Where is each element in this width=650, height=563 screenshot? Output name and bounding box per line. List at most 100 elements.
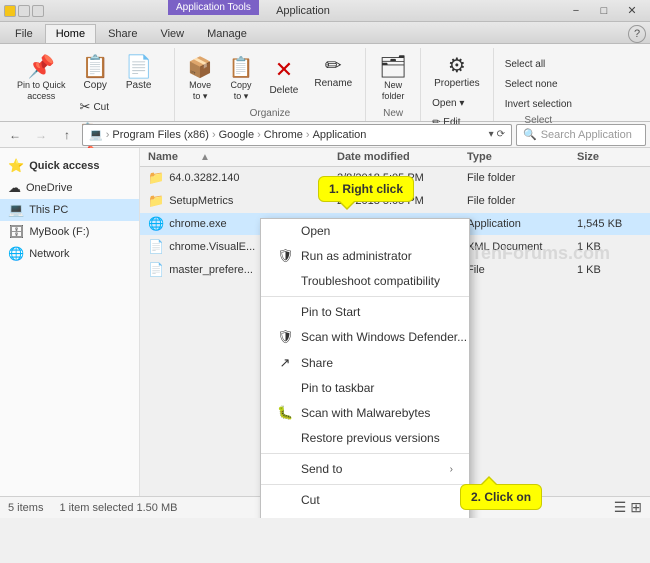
copy-paste-row: 📋 Copy 📄 Paste: [75, 52, 168, 95]
open-group: ⚙ Properties Open ▾ ✏ Edit 🕐 History Ope…: [421, 48, 494, 121]
file-type-2: Application: [467, 218, 577, 230]
move-to-label: Moveto ▾: [189, 80, 211, 102]
new-folder-button[interactable]: 🗂 Newfolder: [372, 52, 414, 106]
col-date: Date modified: [337, 151, 467, 163]
ctx-pin-start[interactable]: Pin to Start: [261, 300, 469, 324]
open-btn-label: Open ▾: [432, 98, 464, 109]
tab-share[interactable]: Share: [97, 24, 148, 43]
ctx-pin-taskbar[interactable]: Pin to taskbar: [261, 376, 469, 400]
col-type: Type: [467, 151, 577, 163]
back-button[interactable]: ←: [4, 124, 26, 146]
item-count: 5 items: [8, 502, 43, 514]
invert-selection-button[interactable]: Invert selection: [500, 96, 577, 113]
minimize-button[interactable]: −: [562, 0, 590, 22]
title-bar-left: [4, 5, 44, 17]
select-none-button[interactable]: Select none: [500, 76, 577, 93]
ctx-share-label: Share: [301, 356, 333, 370]
ctx-pin-start-label: Pin to Start: [301, 305, 360, 319]
window-icon-2: [18, 5, 30, 17]
search-bar[interactable]: 🔍 Search Application: [516, 124, 646, 146]
sidebar-item-this-pc[interactable]: 💻 This PC: [0, 199, 139, 221]
delete-button[interactable]: ✕ Delete: [262, 52, 305, 101]
ctx-restore-versions[interactable]: Restore previous versions: [261, 426, 469, 450]
help-button[interactable]: ?: [628, 25, 646, 43]
tab-file[interactable]: File: [4, 24, 44, 43]
sidebar-item-network[interactable]: 🌐 Network: [0, 243, 139, 265]
window-title: Application: [44, 5, 562, 17]
quick-access-label: Quick access: [29, 160, 99, 172]
tab-view[interactable]: View: [149, 24, 195, 43]
select-buttons: Select all Select none Invert selection: [500, 52, 577, 113]
onedrive-icon: ☁: [8, 180, 21, 196]
tab-manage[interactable]: Manage: [196, 24, 258, 43]
ctx-defender-label: Scan with Windows Defender...: [301, 330, 467, 344]
ctx-malwarebytes-label: Scan with Malwarebytes: [301, 406, 430, 420]
tab-home[interactable]: Home: [45, 24, 96, 43]
new-label: New: [383, 106, 403, 121]
paste-button[interactable]: 📄 Paste: [118, 52, 159, 95]
move-to-button[interactable]: 📦 Moveto ▾: [181, 52, 220, 105]
ctx-send-to[interactable]: Send to ›: [261, 457, 469, 481]
status-left: 5 items 1 item selected 1.50 MB: [8, 502, 177, 514]
details-view-button[interactable]: ☰: [614, 499, 627, 516]
organize-label: Organize: [250, 106, 291, 121]
pin-quick-access-button[interactable]: 📌 Pin to Quickaccess: [10, 52, 73, 106]
up-button[interactable]: ↑: [56, 124, 78, 146]
mybook-icon: 🗄: [8, 224, 25, 240]
copy-to-icon: 📋: [229, 55, 254, 80]
ctx-sep-3: [261, 484, 469, 485]
copy-button[interactable]: 📋 Copy: [75, 52, 116, 95]
ctx-troubleshoot[interactable]: Troubleshoot compatibility: [261, 269, 469, 293]
ctx-scan-malwarebytes[interactable]: 🐛 Scan with Malwarebytes: [261, 400, 469, 426]
network-icon: 🌐: [8, 246, 24, 262]
network-label: Network: [29, 248, 69, 260]
file-name-0: 📁 64.0.3282.140: [148, 170, 337, 186]
address-refresh-icon: ⟳: [497, 129, 505, 140]
window-icons: [4, 5, 44, 17]
clipboard-content: 📌 Pin to Quickaccess 📋 Copy 📄 Paste: [10, 48, 168, 164]
ctx-copy[interactable]: Copy: [261, 512, 469, 518]
col-size: Size: [577, 151, 642, 163]
ctx-scan-defender[interactable]: 🛡 Scan with Windows Defender...: [261, 324, 469, 350]
ctx-open-label: Open: [301, 224, 330, 238]
sort-arrow: ▲: [200, 152, 210, 163]
address-part-1: Program Files (x86): [112, 129, 209, 141]
address-part-4: Application: [313, 129, 367, 141]
ctx-sep-1: [261, 296, 469, 297]
ctx-run-as-admin[interactable]: 🛡 Run as administrator: [261, 243, 469, 269]
ctx-open[interactable]: Open: [261, 219, 469, 243]
this-pc-icon: 💻: [8, 202, 24, 218]
rename-button[interactable]: ✏ Rename: [307, 52, 359, 93]
ribbon-tabs: File Home Share View Manage ?: [0, 22, 650, 44]
select-all-button[interactable]: Select all: [500, 56, 577, 73]
ctx-admin-label: Run as administrator: [301, 249, 412, 263]
sidebar-item-mybook[interactable]: 🗄 MyBook (F:): [0, 221, 139, 243]
maximize-button[interactable]: □: [590, 0, 618, 22]
ctx-cut[interactable]: Cut: [261, 488, 469, 512]
open-dropdown-button[interactable]: Open ▾: [427, 95, 487, 112]
select-all-label: Select all: [505, 59, 546, 70]
address-bar[interactable]: 💻 › Program Files (x86) › Google › Chrom…: [82, 124, 512, 146]
search-icon: 🔍: [523, 128, 537, 141]
ctx-send-to-label: Send to: [301, 462, 342, 476]
properties-button[interactable]: ⚙ Properties: [427, 52, 487, 93]
close-button[interactable]: ✕: [618, 0, 646, 22]
ctx-restore-label: Restore previous versions: [301, 431, 440, 445]
window-icon-3: [32, 5, 44, 17]
new-group: 🗂 Newfolder New: [366, 48, 421, 121]
ctx-share[interactable]: ↗ Share: [261, 350, 469, 376]
file-size-2: 1,545 KB: [577, 218, 642, 230]
app-tools-badge: Application Tools: [168, 0, 259, 15]
ctx-share-icon: ↗: [277, 355, 293, 371]
ctx-pin-taskbar-label: Pin to taskbar: [301, 381, 374, 395]
forward-button[interactable]: →: [30, 124, 52, 146]
large-icons-view-button[interactable]: ⊞: [630, 499, 642, 516]
cut-button[interactable]: ✂ Cut: [75, 96, 168, 118]
address-dropdown-icon: ▾: [489, 129, 494, 140]
file-icon-4: 📄: [148, 262, 164, 278]
select-none-label: Select none: [505, 79, 558, 90]
copy-to-button[interactable]: 📋 Copyto ▾: [222, 52, 261, 105]
sidebar-item-quick-access[interactable]: ⭐ Quick access: [0, 152, 139, 177]
sidebar-item-onedrive[interactable]: ☁ OneDrive: [0, 177, 139, 199]
folder-icon-1: 📁: [148, 193, 164, 209]
